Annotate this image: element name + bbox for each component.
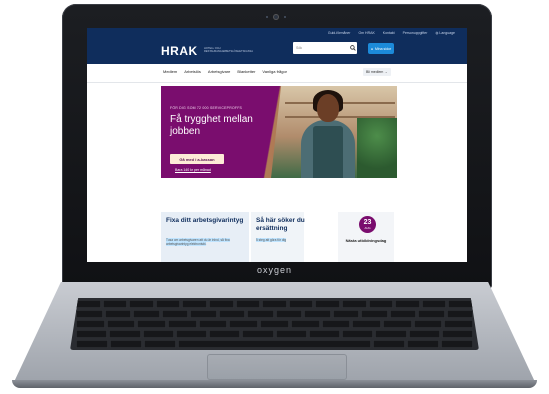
utility-link[interactable]: Guld-förmåner — [328, 31, 351, 35]
key-row — [70, 330, 479, 338]
camera-sensor — [266, 16, 268, 18]
my-pages-button[interactable]: ● Mina sidor — [368, 43, 394, 54]
plants — [357, 118, 397, 178]
logo-subtitle: HOTELL OCH RESTAURANGARBETSLÖSHETSKASSA — [204, 47, 253, 53]
nav-item[interactable]: Arbetsgivare — [208, 69, 230, 74]
touchpad — [207, 354, 347, 380]
nav-item[interactable]: Medlem — [163, 69, 177, 74]
utility-link[interactable]: Personuppgifter — [403, 31, 428, 35]
nav-item[interactable]: Vanliga frågor — [262, 69, 287, 74]
join-button[interactable]: Gå med i a-kassan — [170, 154, 224, 164]
logo[interactable]: HRAK — [161, 44, 198, 58]
laptop-screen: Guld-förmåner Om HRAK Kontakt Personuppg… — [87, 28, 467, 262]
person-head — [317, 94, 339, 122]
laptop-brand: oxygen — [256, 265, 293, 275]
language-link[interactable]: ◍ Language — [435, 31, 455, 35]
key-row — [70, 310, 479, 318]
card-text: 5 steg att göra för dig — [256, 238, 287, 242]
hero-title: Få trygghet mellan jobben — [170, 114, 253, 137]
keyboard — [70, 298, 479, 350]
price-link[interactable]: Bara 140 kr per månad — [175, 168, 211, 172]
nav-item[interactable]: Arbetslös — [184, 69, 201, 74]
utility-link[interactable]: Om HRAK — [358, 31, 374, 35]
apron — [313, 126, 343, 178]
nav-item[interactable]: Blanketter — [237, 69, 255, 74]
card-title: Så här söker du ersättning — [256, 217, 305, 232]
hero-banner: FÖR DIG SOM 72 000 SERVICEPROFFS Få tryg… — [161, 86, 397, 178]
date-badge: 23 AUG — [359, 216, 376, 233]
card-title: Fixa ditt arbetsgivarintyg — [166, 217, 244, 224]
main-nav: Medlem Arbetslös Arbetsgivare Blanketter… — [87, 64, 467, 83]
search-placeholder: Sök — [296, 46, 303, 50]
laptop-base-edge — [12, 380, 537, 388]
site-header: HRAK HOTELL OCH RESTAURANGARBETSLÖSHETSK… — [87, 38, 467, 64]
card-text: Tusa om arbetsgivaren att du är inlnd, s… — [166, 238, 230, 247]
key-row — [70, 320, 479, 328]
webcam-icon — [273, 14, 279, 20]
search-input[interactable]: Sök — [293, 42, 357, 54]
card-apply-compensation[interactable]: Så här söker du ersättning 5 steg att gö… — [251, 212, 305, 262]
arrow-right-icon: → — [383, 70, 388, 74]
key-row — [70, 300, 479, 308]
search-icon[interactable] — [349, 44, 357, 52]
key-row — [70, 340, 479, 348]
event-title: Nästa utbildningsdag — [345, 238, 387, 243]
become-member-button[interactable]: Bli medlem → — [363, 68, 391, 76]
event-card[interactable]: 23 AUG Nästa utbildningsdag — [338, 212, 394, 262]
utility-bar: Guld-förmåner Om HRAK Kontakt Personuppg… — [87, 28, 467, 38]
hero-eyebrow: FÖR DIG SOM 72 000 SERVICEPROFFS — [170, 106, 243, 110]
globe-icon: ◍ — [435, 31, 439, 35]
event-month: AUG — [364, 226, 371, 230]
card-employer-certificate[interactable]: Fixa ditt arbetsgivarintyg Tusa om arbet… — [161, 212, 249, 262]
utility-link[interactable]: Kontakt — [383, 31, 395, 35]
user-icon: ● — [370, 46, 373, 51]
camera-sensor — [284, 16, 286, 18]
